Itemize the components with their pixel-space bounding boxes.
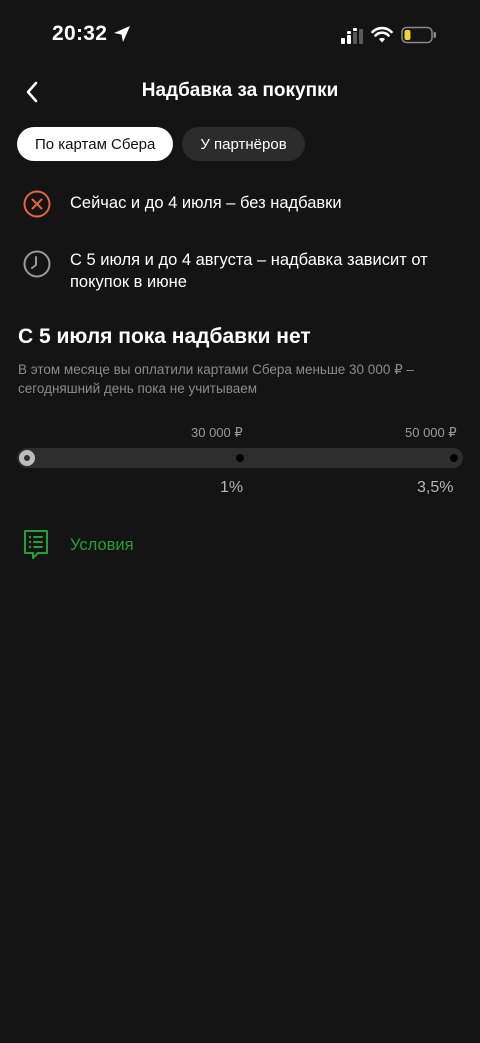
tab-bar: По картам Сбера У партнёров	[17, 127, 305, 161]
progress-track	[17, 448, 463, 468]
threshold-label-1: 30 000 ₽	[191, 425, 243, 440]
info-text-upcoming: С 5 июля и до 4 августа – надбавка завис…	[70, 251, 428, 291]
section-subtitle: В этом месяце вы оплатили картами Сбера …	[18, 362, 414, 396]
wifi-icon	[371, 26, 393, 43]
status-time: 20:32	[52, 22, 108, 45]
progress-milestone-1	[236, 454, 244, 462]
page-title: Надбавка за покупки	[141, 80, 339, 101]
rate-label-2: 3,5%	[417, 479, 454, 496]
info-text-current: Сейчас и до 4 июля – без надбавки	[70, 194, 342, 212]
tab-partners[interactable]: У партнёров	[182, 127, 305, 161]
cross-circle-icon	[23, 190, 51, 218]
threshold-label-2: 50 000 ₽	[405, 425, 457, 440]
progress-milestone-2	[450, 454, 458, 462]
conditions-label: Условия	[70, 535, 134, 554]
progress-current-marker	[19, 450, 35, 466]
info-row-current: Сейчас и до 4 июля – без надбавки	[22, 189, 462, 219]
location-arrow-icon	[114, 26, 130, 42]
rate-label-1: 1%	[220, 479, 244, 496]
conditions-link[interactable]: Условия	[22, 529, 134, 561]
section-title: С 5 июля пока надбавки нет	[18, 325, 311, 348]
battery-icon	[401, 26, 436, 44]
tab-sber-cards[interactable]: По картам Сбера	[17, 127, 174, 161]
cellular-signal-icon	[341, 28, 363, 44]
clock-icon	[23, 250, 51, 278]
status-bar: 20:32	[0, 0, 480, 70]
document-icon	[24, 530, 48, 559]
header: Надбавка за покупки	[0, 70, 480, 114]
info-row-upcoming: С 5 июля и до 4 августа – надбавка завис…	[22, 249, 462, 293]
